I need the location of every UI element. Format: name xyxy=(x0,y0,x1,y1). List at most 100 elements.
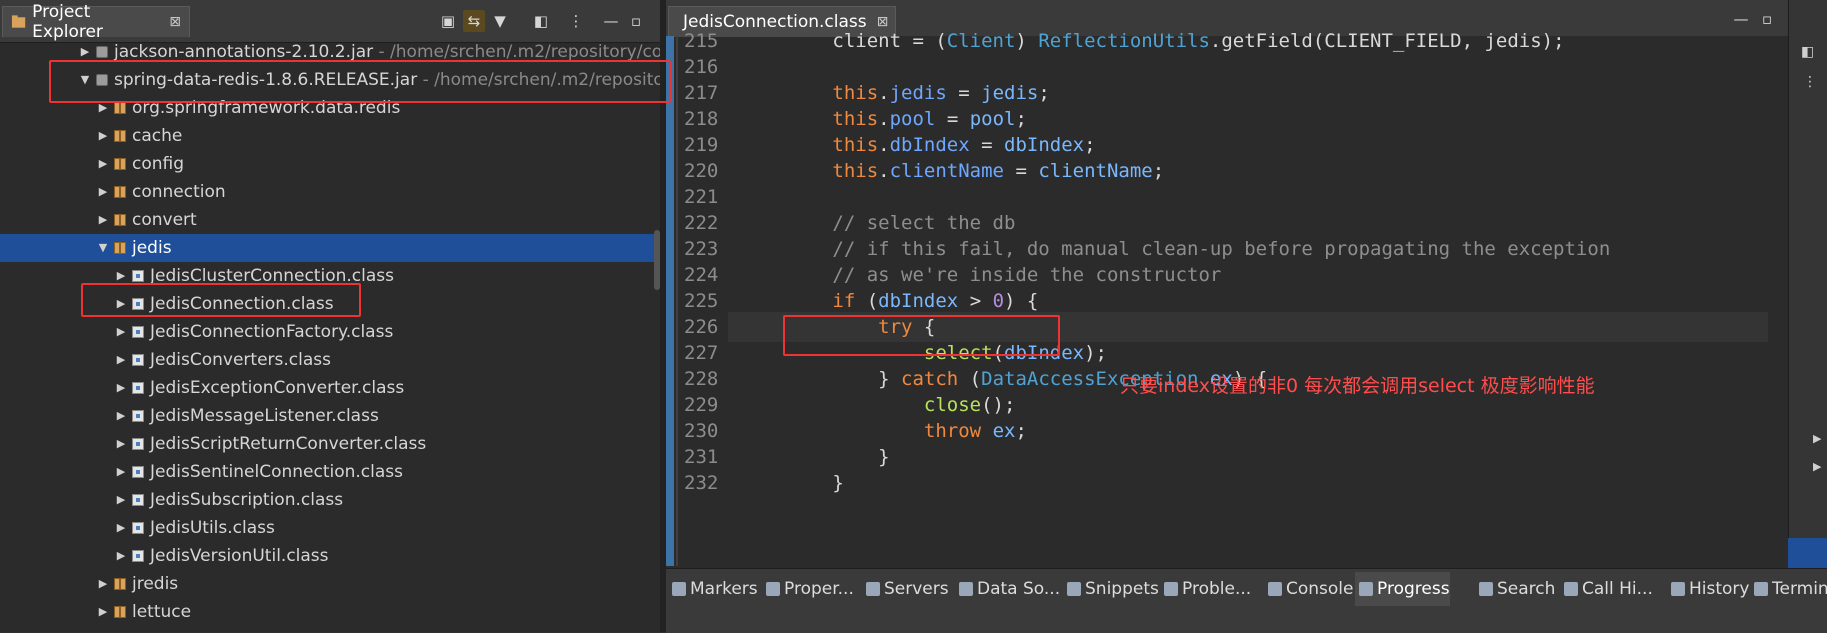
bottom-tab-label: Call Hi... xyxy=(1582,579,1653,599)
tree-item[interactable]: ▶ JedisConverters.class xyxy=(0,346,660,374)
tree-item-text: lettuce xyxy=(132,598,191,626)
link-with-editor-icon[interactable]: ⇆ xyxy=(463,10,485,32)
minimize-icon[interactable]: — xyxy=(600,10,622,32)
tree-item[interactable]: ▶ connection xyxy=(0,178,660,206)
bottom-tab[interactable]: Termin xyxy=(1750,572,1827,606)
close-icon[interactable]: ⊠ xyxy=(169,14,181,30)
tree-item[interactable]: ▶ JedisScriptReturnConverter.class xyxy=(0,430,660,458)
code-text: this.dbIndex = dbIndex; xyxy=(832,134,1096,156)
class-file-icon xyxy=(132,550,144,562)
view-icon xyxy=(766,582,780,596)
view-menu-icon[interactable]: ⋮ xyxy=(1803,74,1817,90)
view-icon xyxy=(866,582,880,596)
highlight-box-jar xyxy=(49,60,671,103)
expand-arrow-icon[interactable]: ▶ xyxy=(96,150,110,178)
code-text: } xyxy=(718,472,844,494)
view-icon xyxy=(1671,582,1685,596)
tree-item[interactable]: ▶ JedisUtils.class xyxy=(0,514,660,542)
tree-item-label: jredis xyxy=(132,574,179,594)
tree-item-text: connection xyxy=(132,178,226,206)
class-file-icon xyxy=(132,354,144,366)
bottom-tab[interactable]: Servers xyxy=(862,572,949,606)
code-text: // select the db xyxy=(740,212,1016,234)
right-side-strip: ◧ ⋮ ▶ ▶ xyxy=(1788,0,1827,568)
code-text: if (dbIndex > 0) { xyxy=(832,290,1039,312)
class-file-icon xyxy=(132,466,144,478)
class-file-icon xyxy=(132,438,144,450)
bottom-tab[interactable]: Call Hi... xyxy=(1560,572,1653,606)
view-menu-icon[interactable]: ⋮ xyxy=(565,10,587,32)
bottom-tab-label: Data So... xyxy=(977,579,1061,599)
expand-icon[interactable]: ▶ xyxy=(1813,460,1821,473)
bottom-tab[interactable]: Search xyxy=(1475,572,1555,606)
collapse-all-icon[interactable]: ▣ xyxy=(437,10,459,32)
filter-icon[interactable]: ▼ xyxy=(489,10,511,32)
code-line[interactable]: 232 } xyxy=(684,468,1764,498)
expand-arrow-icon[interactable]: ▶ xyxy=(96,598,110,626)
class-file-icon xyxy=(132,326,144,338)
package-icon xyxy=(114,130,126,142)
expand-arrow-icon[interactable]: ▶ xyxy=(114,430,128,458)
tree-item[interactable]: ▶ cache xyxy=(0,122,660,150)
code-text: // if this fail, do manual clean-up befo… xyxy=(740,238,1611,260)
expand-arrow-icon[interactable]: ▶ xyxy=(114,374,128,402)
collapse-arrow-icon[interactable]: ▼ xyxy=(96,234,110,262)
expand-arrow-icon[interactable]: ▶ xyxy=(114,458,128,486)
tree-item[interactable]: ▶ JedisExceptionConverter.class xyxy=(0,374,660,402)
tree-item-label: JedisScriptReturnConverter.class xyxy=(150,434,427,454)
tree-item[interactable]: ▶ JedisVersionUtil.class xyxy=(0,542,660,570)
tree-item[interactable]: ▶ lettuce xyxy=(0,598,660,626)
bottom-tab[interactable]: History xyxy=(1667,572,1749,606)
expand-icon[interactable]: ▶ xyxy=(1813,432,1821,445)
code-text: this.clientName = clientName; xyxy=(832,160,1165,182)
tree-item[interactable]: ▶ JedisMessageListener.class xyxy=(0,402,660,430)
project-explorer-tab[interactable]: Project Explorer ⊠ xyxy=(2,2,190,42)
class-file-icon xyxy=(132,522,144,534)
bottom-tab[interactable]: Progress xyxy=(1355,572,1450,606)
expand-arrow-icon[interactable]: ▶ xyxy=(96,122,110,150)
class-file-icon xyxy=(132,270,144,282)
expand-arrow-icon[interactable]: ▶ xyxy=(96,206,110,234)
expand-arrow-icon[interactable]: ▶ xyxy=(114,346,128,374)
tree-item[interactable]: ▶ JedisSentinelConnection.class xyxy=(0,458,660,486)
focus-icon[interactable]: ◧ xyxy=(530,10,552,32)
bottom-tab-label: Progress xyxy=(1377,579,1450,599)
tree-item-text: jedis xyxy=(132,234,172,262)
bottom-tab[interactable]: Proper... xyxy=(762,572,854,606)
bottom-tab[interactable]: Snippets xyxy=(1063,572,1159,606)
tree-item-label: cache xyxy=(132,126,183,146)
bottom-tab[interactable]: Markers xyxy=(668,572,758,606)
expand-arrow-icon[interactable]: ▶ xyxy=(114,318,128,346)
view-icon xyxy=(1359,582,1373,596)
expand-arrow-icon[interactable]: ▶ xyxy=(114,542,128,570)
expand-arrow-icon[interactable]: ▶ xyxy=(96,178,110,206)
tree-item[interactable]: ▶ jredis xyxy=(0,570,660,598)
expand-arrow-icon[interactable]: ▶ xyxy=(114,486,128,514)
maximize-icon[interactable]: ▫ xyxy=(625,10,647,32)
bottom-tab-label: Console xyxy=(1286,579,1354,599)
code-text: } xyxy=(718,446,890,468)
class-file-icon xyxy=(132,382,144,394)
view-icon xyxy=(1479,582,1493,596)
outline-icon[interactable]: ◧ xyxy=(1801,44,1814,60)
tree-item-label: JedisSubscription.class xyxy=(150,490,344,510)
bottom-tab[interactable]: Proble... xyxy=(1160,572,1251,606)
tree-item[interactable]: ▶ convert xyxy=(0,206,660,234)
class-file-icon xyxy=(132,494,144,506)
tree-item-text: JedisVersionUtil.class xyxy=(150,542,329,570)
expand-arrow-icon[interactable]: ▶ xyxy=(114,402,128,430)
tree-item-path: - /home/srchen/.m2/repository/com/f xyxy=(373,42,691,62)
tree-item[interactable]: ▶ config xyxy=(0,150,660,178)
expand-arrow-icon[interactable]: ▶ xyxy=(114,514,128,542)
bottom-tab[interactable]: Console xyxy=(1264,572,1354,606)
performance-annotation: 只要index设置的非0 每次都会调用select 极度影响性能 xyxy=(1120,375,1595,397)
tree-item-label: config xyxy=(132,154,185,174)
line-number-ruler xyxy=(676,36,678,566)
tree-item-label: convert xyxy=(132,210,197,230)
tree-item[interactable]: ▶ JedisSubscription.class xyxy=(0,486,660,514)
expand-arrow-icon[interactable]: ▶ xyxy=(96,570,110,598)
tree-item[interactable]: ▼ jedis xyxy=(0,234,660,262)
bottom-tab[interactable]: Data So... xyxy=(955,572,1060,606)
tree-item[interactable]: ▶ JedisConnectionFactory.class xyxy=(0,318,660,346)
